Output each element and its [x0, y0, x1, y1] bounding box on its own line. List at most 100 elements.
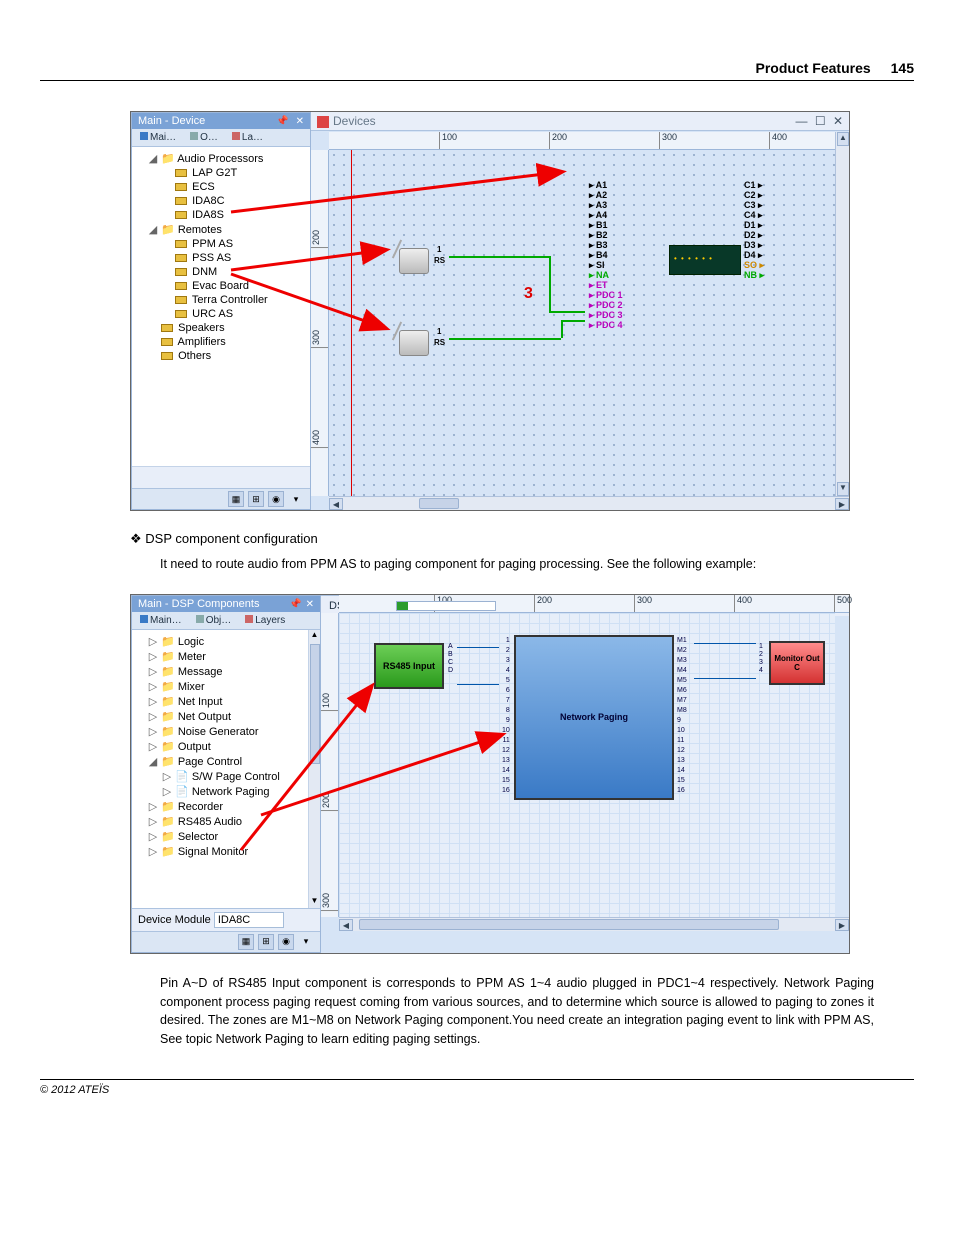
toolbar-btn-2[interactable]: ⊞	[248, 491, 264, 507]
canvas-title: Devices	[333, 114, 376, 128]
scroll-left-icon[interactable]: ◀	[329, 498, 343, 510]
scrollbar-horizontal[interactable]: ◀ ▶	[329, 496, 849, 510]
scroll-left-icon[interactable]: ◀	[339, 919, 353, 931]
tree-item[interactable]: ◢ 📁 Audio Processors	[148, 151, 308, 166]
maximize-icon[interactable]: ☐	[815, 114, 826, 128]
tree-item[interactable]: PPM AS	[162, 237, 308, 251]
tab-objects[interactable]: O…	[186, 131, 222, 144]
tree-item[interactable]: PSS AS	[162, 251, 308, 265]
scroll-up-icon[interactable]: ▲	[837, 132, 849, 146]
wire	[457, 647, 499, 685]
dsp-canvas[interactable]: RS485 Input ABCD Network Paging 12345678…	[339, 613, 835, 917]
scroll-right-icon[interactable]: ▶	[835, 498, 849, 510]
pin-icon[interactable]: 📌	[276, 116, 288, 127]
body-text-1: It need to route audio from PPM AS to pa…	[160, 555, 874, 574]
device-ppm-2[interactable]	[399, 330, 429, 356]
toolbar-dropdown[interactable]: ▾	[288, 491, 304, 507]
scrollbar-vertical[interactable]: ▲ ▼	[835, 132, 849, 496]
tree-item[interactable]: ◢ 📁 Remotes	[148, 222, 308, 237]
screenshot-dsp: Main - DSP Components 📌✕ Main… Obj… Laye…	[130, 594, 850, 954]
wire	[449, 338, 561, 340]
tree-item[interactable]: Amplifiers	[148, 335, 308, 349]
device-tree[interactable]: ◢ 📁 Audio Processors LAP G2T ECS IDA8C I…	[132, 147, 310, 466]
tab-objects[interactable]: Obj…	[192, 614, 236, 627]
wire	[549, 256, 551, 311]
tree-item[interactable]: Evac Board	[162, 279, 308, 293]
scroll-thumb[interactable]	[359, 919, 779, 930]
tree-item[interactable]: Terra Controller	[162, 293, 308, 307]
scroll-down-icon[interactable]: ▼	[837, 482, 849, 496]
tab-layers[interactable]: Layers	[241, 614, 289, 627]
copyright: © 2012 ATEÏS	[40, 1084, 109, 1096]
comp-label: Network Paging	[560, 712, 628, 722]
connector-right-group: C1 ▸C2 ▸C3 ▸C4 ▸D1 ▸D2 ▸D3 ▸D4 ▸SO ▸NB ▸	[744, 180, 764, 280]
page-header: Product Features 145	[40, 60, 914, 81]
pin-rs: RS	[434, 256, 445, 265]
tree-item[interactable]: Others	[148, 349, 308, 363]
dsp-panel: Main - DSP Components 📌✕ Main… Obj… Laye…	[131, 595, 321, 953]
comp-rs485-input[interactable]: RS485 Input	[374, 643, 444, 689]
minimize-icon[interactable]: —	[795, 114, 807, 128]
tree-scrollbar[interactable]: ▲ ▼	[308, 630, 320, 908]
tree-item[interactable]: ▷ 📁 RS485 Audio	[148, 814, 318, 829]
section-heading: DSP component configuration	[130, 531, 914, 547]
wire	[694, 643, 756, 679]
panel-tabs: Mai… O… La…	[132, 129, 310, 147]
tab-layers[interactable]: La…	[228, 131, 267, 144]
panel-controls: 📌 ✕	[272, 115, 304, 127]
tree-item[interactable]: ◢ 📁 Page Control	[148, 754, 318, 769]
scroll-right-icon[interactable]: ▶	[835, 919, 849, 931]
tree-item[interactable]: Speakers	[148, 321, 308, 335]
device-module-field[interactable]	[214, 912, 284, 928]
toolbar-btn-1[interactable]: ▦	[228, 491, 244, 507]
ruler-vertical: 200 300 400	[311, 150, 329, 496]
tree-item[interactable]: ▷ 📁 Recorder	[148, 799, 318, 814]
tree-item[interactable]: ▷ 📁 Selector	[148, 829, 318, 844]
tree-item[interactable]: ▷ 📁 Output	[148, 739, 318, 754]
tree-item[interactable]: ▷ 📄 S/W Page Control	[162, 769, 318, 784]
tree-item[interactable]: LAP G2T	[162, 166, 308, 180]
tree-item[interactable]: DNM	[162, 265, 308, 279]
comp-network-paging[interactable]: Network Paging	[514, 635, 674, 800]
tree-item[interactable]: IDA8S	[162, 208, 308, 222]
toolbar-btn-3[interactable]: ◉	[268, 491, 284, 507]
scroll-thumb[interactable]	[419, 498, 459, 509]
tree-item[interactable]: ▷ 📁 Noise Generator	[148, 724, 318, 739]
toolbar-btn-2[interactable]: ⊞	[258, 934, 274, 950]
comp-monitor-out[interactable]: Monitor Out C	[769, 641, 825, 685]
toolbar-btn-3[interactable]: ◉	[278, 934, 294, 950]
tree-item[interactable]: ▷ 📁 Mixer	[148, 679, 318, 694]
scroll-down-icon[interactable]: ▼	[309, 896, 320, 908]
dsp-power-bar	[396, 601, 496, 611]
tree-item[interactable]: ▷ 📁 Logic	[148, 634, 318, 649]
tree-item[interactable]: IDA8C	[162, 194, 308, 208]
tree-item[interactable]: ▷ 📁 Net Input	[148, 694, 318, 709]
tree-item[interactable]: ▷ 📁 Message	[148, 664, 318, 679]
tree-item[interactable]: ▷ 📁 Net Output	[148, 709, 318, 724]
scroll-up-icon[interactable]: ▲	[309, 630, 320, 642]
pin-icon[interactable]: 📌	[289, 599, 301, 610]
pin-1: 1	[437, 245, 441, 254]
tree-item[interactable]: ECS	[162, 180, 308, 194]
close-icon[interactable]: ✕	[296, 116, 304, 127]
close-icon[interactable]: ✕	[306, 599, 314, 610]
canvas-area: Devices — ☐ ✕ 100 200 300 400 200 300 40…	[311, 112, 849, 510]
hardware-module[interactable]	[669, 245, 741, 275]
dsp-tree[interactable]: ▷ 📁 Logic▷ 📁 Meter▷ 📁 Message▷ 📁 Mixer▷ …	[132, 630, 320, 908]
tree-item[interactable]: ▷ 📄 Network Paging	[162, 784, 318, 799]
tab-main[interactable]: Mai…	[136, 131, 180, 144]
scrollbar-h[interactable]: ◀ ▶	[339, 917, 849, 931]
close-icon[interactable]: ✕	[833, 114, 843, 128]
wire	[449, 256, 549, 258]
tree-item[interactable]: ▷ 📁 Signal Monitor	[148, 844, 318, 859]
scroll-thumb[interactable]	[310, 644, 320, 764]
tree-item[interactable]: ▷ 📁 Meter	[148, 649, 318, 664]
design-canvas[interactable]: 1 RS 1 RS ▸ A1▸ A2▸ A3▸ A4▸ B1▸ B2▸ B3▸ …	[329, 150, 835, 496]
page-footer: © 2012 ATEÏS	[40, 1079, 914, 1096]
tree-item[interactable]: URC AS	[162, 307, 308, 321]
toolbar-dropdown[interactable]: ▾	[298, 934, 314, 950]
tab-main[interactable]: Main…	[136, 614, 186, 627]
np-ports-right: M1M2M3M4M5M6M7M8910111213141516	[677, 637, 687, 797]
toolbar-btn-1[interactable]: ▦	[238, 934, 254, 950]
device-ppm-1[interactable]	[399, 248, 429, 274]
